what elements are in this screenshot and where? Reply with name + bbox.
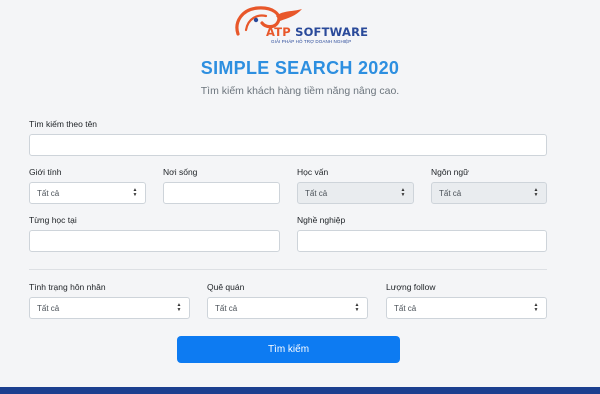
language-select-value: Tất cả	[439, 189, 462, 198]
residence-label: Nơi sống	[163, 167, 198, 177]
footer-bar	[0, 387, 600, 394]
marital-status-label: Tình trạng hôn nhân	[29, 282, 106, 292]
hometown-label: Quê quán	[207, 282, 245, 292]
up-down-caret-icon: ▲ ▼	[176, 302, 182, 313]
occupation-label: Nghề nghiệp	[297, 215, 346, 225]
up-down-caret-icon: ▲ ▼	[533, 187, 539, 198]
search-button[interactable]: Tìm kiếm	[177, 336, 400, 363]
marital-status-select-value: Tất cả	[37, 304, 60, 313]
marital-status-select[interactable]: Tất cả ▲ ▼	[29, 297, 190, 319]
name-search-input[interactable]	[29, 134, 547, 156]
gender-label: Giới tính	[29, 167, 62, 177]
gender-select[interactable]: Tất cả ▲ ▼	[29, 182, 146, 204]
up-down-caret-icon: ▲ ▼	[533, 302, 539, 313]
gender-select-value: Tất cả	[37, 189, 60, 198]
logo-wordmark: ATP SOFTWARE	[266, 25, 369, 39]
atp-logo[interactable]: ATP SOFTWARE GIẢI PHÁP HỖ TRỢ DOANH NGHI…	[232, 4, 368, 46]
section-divider	[29, 269, 547, 270]
studied-at-label: Từng học tại	[29, 215, 77, 225]
language-label: Ngôn ngữ	[431, 167, 469, 177]
up-down-caret-icon: ▲ ▼	[400, 187, 406, 198]
up-down-caret-icon: ▲ ▼	[132, 187, 138, 198]
hometown-select[interactable]: Tất cả ▲ ▼	[207, 297, 368, 319]
studied-at-input[interactable]	[29, 230, 280, 252]
page-subtitle: Tìm kiếm khách hàng tiềm năng nâng cao.	[200, 85, 400, 97]
up-down-caret-icon: ▲ ▼	[354, 302, 360, 313]
language-select[interactable]: Tất cả ▲ ▼	[431, 182, 547, 204]
hometown-select-value: Tất cả	[215, 304, 238, 313]
logo-tagline: GIẢI PHÁP HỖ TRỢ DOANH NGHIỆP	[271, 39, 352, 44]
education-select[interactable]: Tất cả ▲ ▼	[297, 182, 414, 204]
followers-select[interactable]: Tất cả ▲ ▼	[386, 297, 547, 319]
followers-label: Lượng follow	[386, 282, 436, 292]
education-label: Học vấn	[297, 167, 329, 177]
name-search-label: Tìm kiếm theo tên	[29, 119, 98, 129]
page-title: SIMPLE SEARCH 2020	[200, 58, 400, 78]
residence-input[interactable]	[163, 182, 280, 204]
occupation-input[interactable]	[297, 230, 547, 252]
followers-select-value: Tất cả	[394, 304, 417, 313]
education-select-value: Tất cả	[305, 189, 328, 198]
